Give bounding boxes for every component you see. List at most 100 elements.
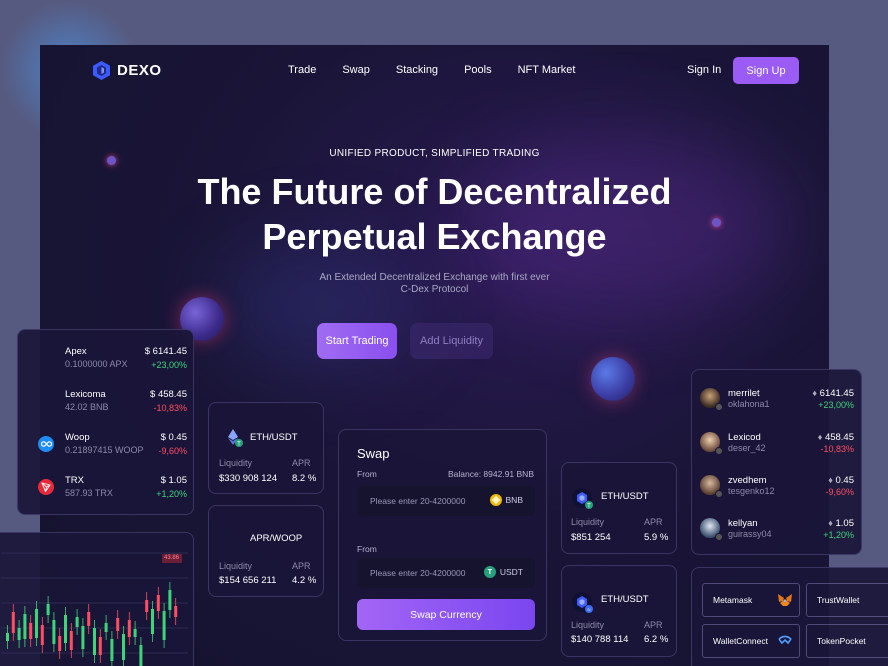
list-item[interactable]: TRX 587.93 TRX $ 1.05 +1,20% [18, 475, 195, 503]
list-item[interactable]: Lexicod deser_42 ♦ 458.45 -10,83% [700, 432, 854, 466]
token-price: $ 0.45 [160, 432, 187, 443]
headline-line-1: The Future of Decentralized [197, 171, 672, 212]
candle-body [162, 611, 166, 640]
list-item[interactable]: kellyan guirassy04 ♦ 1.05 +1,20% [700, 518, 854, 552]
wallet-label: WalletConnect [713, 636, 768, 646]
hero-subtitle: An Extended Decentralized Exchange with … [40, 272, 829, 296]
candle-body [133, 629, 137, 637]
eth-icon: ♦ [828, 475, 833, 485]
dexo-logo-icon [93, 61, 110, 80]
nav-link-stacking[interactable]: Stacking [396, 64, 438, 76]
bnb-hex-icon: T [571, 487, 595, 511]
user-change: -10,83% [820, 444, 854, 454]
candle-chart-svg [1, 552, 188, 666]
token-change: +23,00% [151, 360, 187, 370]
apr-label: APR [292, 561, 311, 571]
price-tag: 43.86 [164, 555, 180, 561]
nav-link-pools[interactable]: Pools [464, 64, 492, 76]
user-price: ♦ 1.05 [828, 518, 854, 529]
brand-logo[interactable]: DEXO [93, 61, 162, 80]
nav-links: Trade Swap Stacking Pools NFT Market [288, 64, 575, 76]
user-handle: oklahona1 [728, 399, 770, 409]
user-price: ♦ 0.45 [828, 475, 854, 486]
token-price: $ 6141.45 [144, 346, 187, 357]
pair-card[interactable]: ≈ ETH/USDT Liquidity APR $140 788 114 6.… [561, 565, 677, 657]
apr-value: 4.2 % [292, 575, 317, 586]
candle-body [98, 637, 102, 655]
hero-headline: The Future of Decentralized Perpetual Ex… [40, 169, 829, 259]
top-navbar: DEXO Trade Swap Stacking Pools NFT Marke… [40, 45, 829, 95]
user-change: +1,20% [823, 530, 854, 540]
token-amount: 0.21897415 WOOP [65, 445, 144, 455]
avatar [700, 475, 723, 498]
user-price-value: 458.45 [824, 432, 854, 443]
wallet-option-tokenpocket[interactable]: TokenPocket [806, 624, 888, 658]
swap-title: Swap [357, 446, 390, 461]
list-item[interactable]: Woop 0.21897415 WOOP $ 0.45 -9,60% [18, 432, 195, 460]
pair-name: APR/WOOP [250, 533, 303, 544]
user-price-value: 6141.45 [819, 388, 854, 399]
candle-body [156, 595, 160, 611]
token-list-card: Apex 0.1000000 APX $ 6141.45 +23,00% Lex… [17, 329, 194, 515]
apr-value: 5.9 % [644, 532, 669, 543]
list-item[interactable]: Lexicoma 42.02 BNB $ 458.45 -10,83% [18, 389, 195, 417]
liquidity-value: $140 788 114 [571, 634, 629, 645]
mini-candle-chart: 43.86 [0, 532, 194, 666]
candle-body [46, 604, 50, 615]
list-item[interactable]: Apex 0.1000000 APX $ 6141.45 +23,00% [18, 346, 195, 374]
candle-body [52, 620, 56, 644]
apr-label: APR [292, 458, 311, 468]
headline-line-2: Perpetual Exchange [262, 216, 607, 257]
start-trading-button[interactable]: Start Trading [317, 323, 397, 359]
token-name: Lexicoma [65, 389, 106, 400]
pair-card[interactable]: T ETH/USDT Liquidity APR $330 908 124 8.… [208, 402, 324, 494]
token-change: -10,83% [153, 403, 187, 413]
user-name: zvedhem [728, 475, 767, 486]
list-item[interactable]: merrilet oklahona1 ♦ 6141.45 +23,00% [700, 388, 854, 422]
user-price-value: 1.05 [835, 518, 855, 529]
wallet-card: Metamask TrustWallet WalletConnect Token… [691, 567, 888, 666]
nav-link-trade[interactable]: Trade [288, 64, 316, 76]
woop-icon [38, 436, 54, 452]
sign-up-button[interactable]: Sign Up [733, 57, 799, 84]
swap-to-input[interactable]: Please enter 20-4200000 T USDT [357, 558, 535, 588]
candle-body [139, 645, 143, 666]
subtitle-line-2: C-Dex Protocol [400, 284, 469, 295]
token-symbol: BNB [505, 495, 523, 505]
pair-card[interactable]: T ETH/USDT Liquidity APR $851 254 5.9 % [561, 462, 677, 554]
nav-link-nft-market[interactable]: NFT Market [518, 64, 576, 76]
token-selector[interactable]: T USDT [483, 566, 523, 578]
to-label: From [357, 544, 377, 554]
swap-currency-button[interactable]: Swap Currency [357, 599, 535, 630]
decorative-orb [591, 357, 635, 401]
user-list-card: merrilet oklahona1 ♦ 6141.45 +23,00% Lex… [691, 369, 862, 555]
wallet-option-metamask[interactable]: Metamask [702, 583, 800, 617]
user-price-value: 0.45 [835, 475, 855, 486]
nav-link-swap[interactable]: Swap [342, 64, 370, 76]
wallet-option-trustwallet[interactable]: TrustWallet [806, 583, 888, 617]
token-change: -9,60% [158, 446, 187, 456]
swap-from-input[interactable]: Please enter 20-4200000 BNB [357, 486, 535, 516]
add-liquidity-button[interactable]: Add Liquidity [410, 323, 493, 359]
pair-card[interactable]: APR/WOOP Liquidity APR $154 656 211 4.2 … [208, 505, 324, 597]
metamask-icon [778, 594, 792, 606]
candle-body [6, 633, 9, 641]
wallet-option-walletconnect[interactable]: WalletConnect [702, 624, 800, 658]
candle-body [75, 617, 79, 627]
candle-body [104, 623, 108, 632]
token-amount: 0.1000000 APX [65, 359, 128, 369]
liquidity-label: Liquidity [571, 620, 605, 630]
token-selector[interactable]: BNB [489, 494, 523, 506]
usdt-icon: T [483, 566, 496, 578]
list-item[interactable]: zvedhem tesgenko12 ♦ 0.45 -9,60% [700, 475, 854, 509]
from-label: From [357, 469, 377, 479]
token-symbol: USDT [499, 567, 523, 577]
svg-text:T: T [587, 504, 591, 510]
swap-to-placeholder: Please enter 20-4200000 [370, 568, 466, 578]
candle-body [40, 625, 44, 645]
sign-in-link[interactable]: Sign In [687, 64, 721, 76]
brand-name: DEXO [117, 62, 162, 79]
wallet-label: TokenPocket [817, 636, 866, 646]
wallet-label: Metamask [713, 595, 753, 605]
token-amount: 42.02 BNB [65, 402, 109, 412]
